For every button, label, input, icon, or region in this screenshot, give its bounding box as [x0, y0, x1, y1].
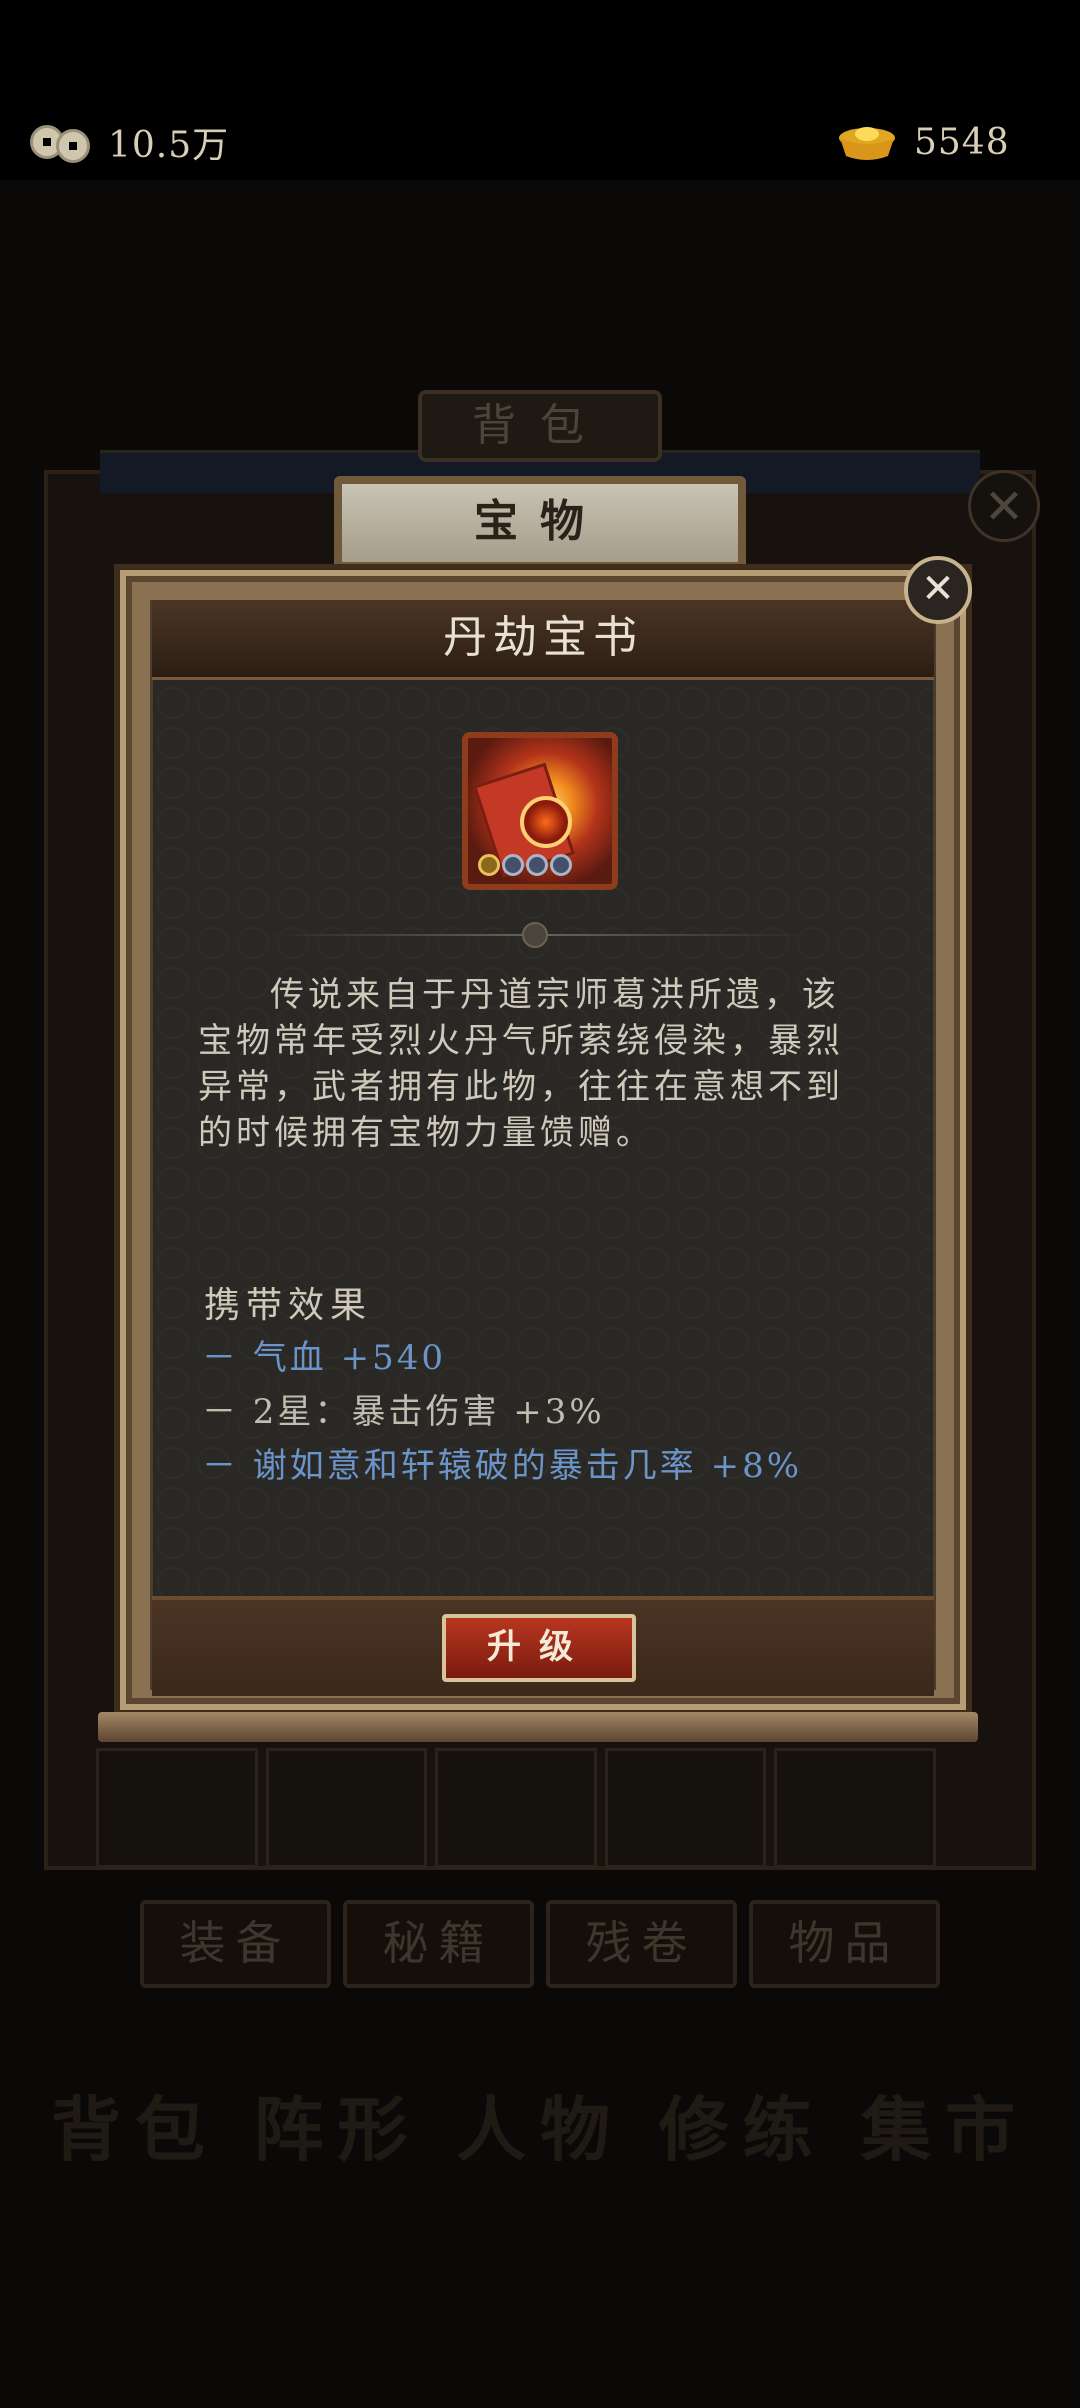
- effect-crit-damage: － 2星：暴击伤害 +3%: [202, 1392, 605, 1432]
- item-description: 传说来自于丹道宗师葛洪所遗，该宝物常年受烈火丹气所萦绕侵染，暴烈异常，武者拥有此…: [198, 975, 844, 1153]
- bag-title: 背包: [418, 390, 662, 462]
- inventory-slot[interactable]: [774, 1748, 936, 1868]
- tab-fragments[interactable]: 残卷: [546, 1900, 737, 1988]
- inventory-slot[interactable]: [604, 1748, 767, 1868]
- close-icon[interactable]: ✕: [904, 556, 972, 624]
- modal-category-title: 宝物: [334, 476, 746, 570]
- inventory-close-icon[interactable]: ✕: [968, 470, 1040, 542]
- nav-characters[interactable]: 人物: [445, 2090, 635, 2290]
- nav-market[interactable]: 集市: [850, 2090, 1040, 2290]
- effects-title: 携带效果: [204, 1285, 373, 1326]
- nav-bag[interactable]: 背包: [40, 2090, 230, 2290]
- nav-training[interactable]: 修练: [648, 2090, 838, 2290]
- item-name: 丹劫宝书: [152, 600, 934, 680]
- tab-manuals[interactable]: 秘籍: [343, 1900, 534, 1988]
- gold-counter: 5548: [836, 112, 1010, 172]
- gold-ingot-icon: [839, 127, 895, 160]
- star-rating: [478, 854, 572, 876]
- category-tabs: 装备 秘籍 残卷 物品: [140, 1900, 940, 1988]
- coin-icon: [30, 119, 94, 165]
- gold-amount: 5548: [914, 121, 1010, 163]
- effect-crit-rate: － 谢如意和轩辕破的暴击几率 +8%: [202, 1446, 803, 1486]
- coin-counter: 10.5万: [30, 112, 229, 172]
- effect-hp: － 气血 +540: [202, 1338, 446, 1378]
- inventory-slot[interactable]: [435, 1748, 597, 1868]
- tab-items[interactable]: 物品: [749, 1900, 940, 1988]
- inventory-slots: [96, 1748, 936, 1868]
- divider-ornament: [522, 922, 548, 948]
- upgrade-button[interactable]: 升级: [442, 1614, 636, 1682]
- nav-formation[interactable]: 阵形: [243, 2090, 433, 2290]
- coin-amount: 10.5万: [108, 125, 230, 166]
- inventory-slot[interactable]: [265, 1748, 428, 1868]
- bottom-nav: 背包 阵形 人物 修练 集市: [40, 2090, 1040, 2290]
- tab-equipment[interactable]: 装备: [140, 1900, 331, 1988]
- modal-base-trim: [98, 1712, 978, 1742]
- treasure-book-icon: [462, 732, 618, 890]
- inventory-slot[interactable]: [96, 1748, 258, 1868]
